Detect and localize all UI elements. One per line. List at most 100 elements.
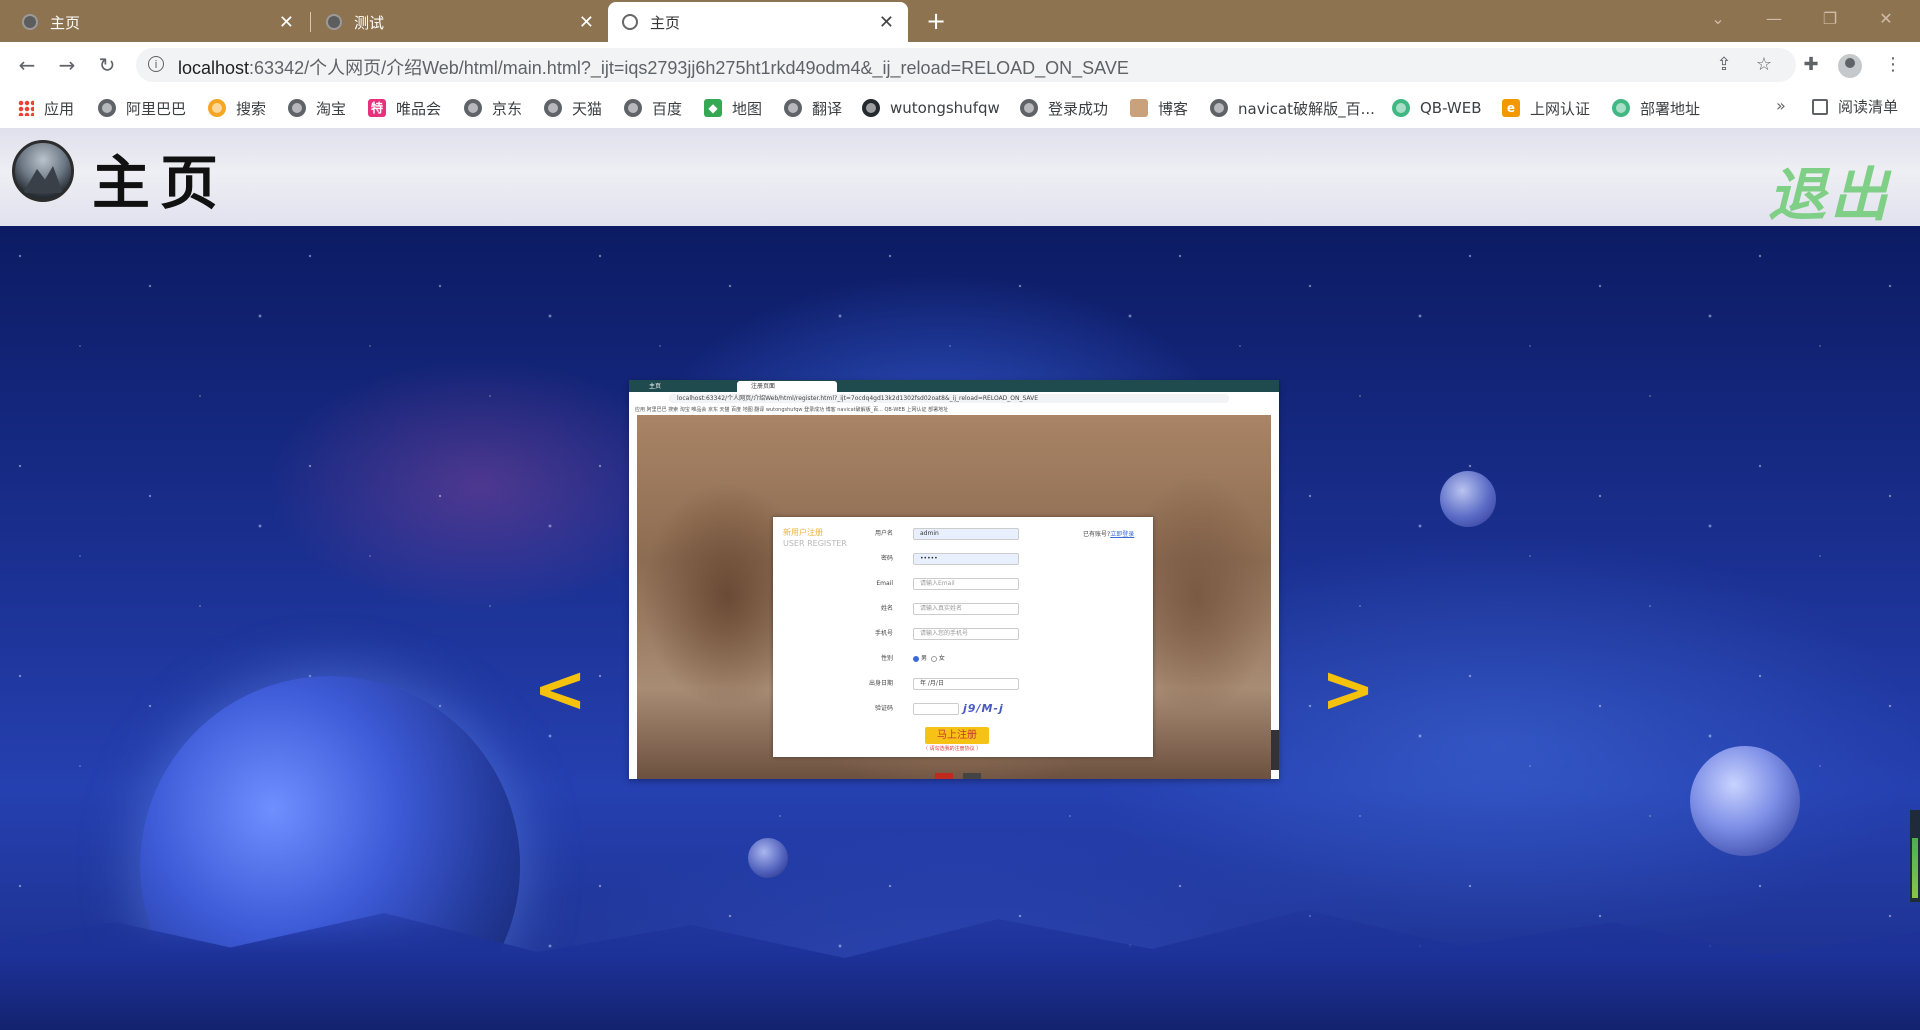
star-icon[interactable]: ☆ bbox=[1752, 53, 1776, 77]
field-row: 手机号 请输入您的手机号 bbox=[833, 627, 1133, 641]
bookmarks-more-button[interactable]: » bbox=[1776, 96, 1786, 115]
slide-indicator-active bbox=[935, 773, 953, 779]
field-input: 请输入真实姓名 bbox=[913, 603, 1019, 615]
close-icon[interactable]: ✕ bbox=[579, 12, 594, 33]
register-title: 新用户注册 bbox=[783, 528, 823, 537]
bookmark-label: 上网认证 bbox=[1530, 99, 1591, 118]
back-button[interactable]: ← bbox=[12, 50, 42, 80]
bookmark-label: QB-WEB bbox=[1420, 99, 1482, 117]
globe-icon bbox=[1020, 99, 1038, 117]
bookmark-tmall[interactable]: 天猫 bbox=[544, 96, 602, 120]
field-input bbox=[913, 703, 959, 715]
bookmark-login-success[interactable]: 登录成功 bbox=[1020, 96, 1108, 120]
globe-icon bbox=[784, 99, 802, 117]
slideshow-image: 主页 注册页面 localhost:63342/个人网页/介绍Web/html/… bbox=[629, 380, 1279, 779]
bookmark-translate[interactable]: 翻译 bbox=[784, 96, 842, 120]
gender-row: 性别 男 女 bbox=[833, 652, 1133, 666]
page-header: 主页 退出 bbox=[0, 128, 1920, 229]
bookmark-label: wutongshufqw bbox=[890, 99, 1000, 117]
bookmark-label: 博客 bbox=[1158, 99, 1189, 118]
register-card: 新用户注册 USER REGISTER 已有账号?立即登录 用户名 admin 密… bbox=[773, 517, 1153, 757]
planet-right bbox=[1690, 746, 1800, 856]
bookmark-label: 百度 bbox=[652, 99, 683, 118]
bookmark-search[interactable]: 搜索 bbox=[208, 96, 266, 120]
globe-icon bbox=[624, 99, 642, 117]
reading-list-label: 阅读清单 bbox=[1838, 98, 1899, 116]
globe-icon bbox=[326, 14, 342, 30]
bookmark-blog[interactable]: 博客 bbox=[1130, 96, 1188, 120]
restore-button[interactable]: ❐ bbox=[1802, 0, 1858, 38]
reload-button[interactable]: ↻ bbox=[92, 50, 122, 80]
tab-title: 测试 bbox=[354, 13, 385, 32]
ep-icon: e bbox=[1502, 99, 1520, 117]
bookmark-baidu[interactable]: 百度 bbox=[624, 96, 682, 120]
field-input: ••••• bbox=[913, 553, 1019, 565]
tab-title: 主页 bbox=[650, 13, 681, 32]
bookmark-label: 阿里巴巴 bbox=[126, 99, 187, 118]
url-text[interactable]: localhost:63342/个人网页/介绍Web/html/main.htm… bbox=[178, 54, 1129, 80]
captcha-row: 验证码 j9/M-j bbox=[833, 702, 1133, 716]
tab-test[interactable]: 测试 ✕ bbox=[312, 2, 608, 42]
bookmark-navicat[interactable]: navicat破解版_百... bbox=[1210, 96, 1375, 120]
radio-dot bbox=[913, 655, 919, 662]
globe-icon bbox=[464, 99, 482, 117]
next-slide-button[interactable]: > bbox=[1318, 658, 1378, 722]
field-label: 性别 bbox=[880, 655, 893, 662]
window-close-button[interactable]: ✕ bbox=[1858, 0, 1914, 38]
github-icon bbox=[862, 99, 880, 117]
tab-home-active[interactable]: 主页 ✕ bbox=[608, 2, 908, 42]
bookmark-jd[interactable]: 京东 bbox=[464, 96, 522, 120]
forward-button[interactable]: → bbox=[52, 50, 82, 80]
info-icon[interactable]: i bbox=[148, 56, 164, 72]
bookmark-github[interactable]: wutongshufqw bbox=[862, 96, 1000, 120]
field-row: 密码 ••••• bbox=[833, 552, 1133, 566]
vue-icon bbox=[1392, 99, 1410, 117]
field-row: 用户名 admin bbox=[833, 527, 1133, 541]
bookmark-qb-web[interactable]: QB-WEB bbox=[1392, 96, 1482, 120]
bookmarks-bar: 应用 阿里巴巴 搜索 淘宝 特唯品会 京东 天猫 百度 ◆ 地图 翻译 wuton… bbox=[0, 88, 1920, 129]
map-icon: ◆ bbox=[704, 99, 722, 117]
bookmark-label: 搜索 bbox=[236, 99, 267, 118]
bookmark-alibaba[interactable]: 阿里巴巴 bbox=[98, 96, 186, 120]
slide-tab: 注册页面 bbox=[737, 381, 837, 392]
prev-slide-button[interactable]: < bbox=[530, 658, 590, 722]
field-input: 请输入Email bbox=[913, 578, 1019, 590]
blog-icon bbox=[1130, 99, 1148, 117]
slide-indicator bbox=[963, 773, 981, 779]
minimize-button[interactable]: — bbox=[1746, 0, 1802, 38]
bookmark-deploy[interactable]: 部署地址 bbox=[1612, 96, 1700, 120]
tab-home-1[interactable]: 主页 ✕ bbox=[8, 2, 308, 42]
url-path: :63342/个人网页/介绍Web/html/main.html?_ijt=iq… bbox=[249, 58, 1129, 78]
bookmark-label: 应用 bbox=[44, 99, 75, 118]
bookmark-apps[interactable]: 应用 bbox=[18, 96, 74, 120]
field-label: 出身日期 bbox=[868, 680, 893, 687]
logout-button[interactable]: 退出 bbox=[1768, 148, 1892, 232]
close-icon[interactable]: ✕ bbox=[279, 12, 294, 33]
avatar[interactable] bbox=[1838, 54, 1862, 78]
url-host: localhost bbox=[178, 58, 250, 78]
globe-icon bbox=[22, 14, 38, 30]
reading-list-icon bbox=[1812, 98, 1828, 115]
menu-icon[interactable]: ⋮ bbox=[1878, 50, 1908, 80]
planet-small bbox=[748, 838, 788, 878]
chevron-down-icon[interactable]: ⌄ bbox=[1690, 0, 1746, 38]
radio-dot bbox=[930, 655, 937, 662]
field-label: Email bbox=[876, 580, 893, 587]
share-icon[interactable]: ⇪ bbox=[1712, 53, 1736, 77]
globe-icon bbox=[622, 14, 638, 30]
bookmark-vip[interactable]: 特唯品会 bbox=[368, 96, 441, 120]
vue-icon bbox=[1612, 99, 1630, 117]
bookmark-taobao[interactable]: 淘宝 bbox=[288, 96, 346, 120]
field-input: admin bbox=[913, 528, 1019, 540]
close-icon[interactable]: ✕ bbox=[879, 12, 894, 33]
reading-list-button[interactable]: 阅读清单 bbox=[1812, 96, 1898, 117]
extensions-icon[interactable]: ✚ bbox=[1796, 50, 1826, 80]
bookmark-map[interactable]: ◆ 地图 bbox=[704, 96, 762, 120]
new-tab-button[interactable]: + bbox=[920, 6, 952, 38]
bookmark-label: 地图 bbox=[732, 99, 763, 118]
register-hint: （ 请勾选我的注册协议 ） bbox=[923, 746, 982, 752]
bookmark-net-auth[interactable]: e 上网认证 bbox=[1502, 96, 1590, 120]
field-label: 姓名 bbox=[880, 605, 893, 612]
page-title: 主页 bbox=[92, 149, 229, 217]
address-bar[interactable]: i localhost:63342/个人网页/介绍Web/html/main.h… bbox=[136, 48, 1796, 82]
